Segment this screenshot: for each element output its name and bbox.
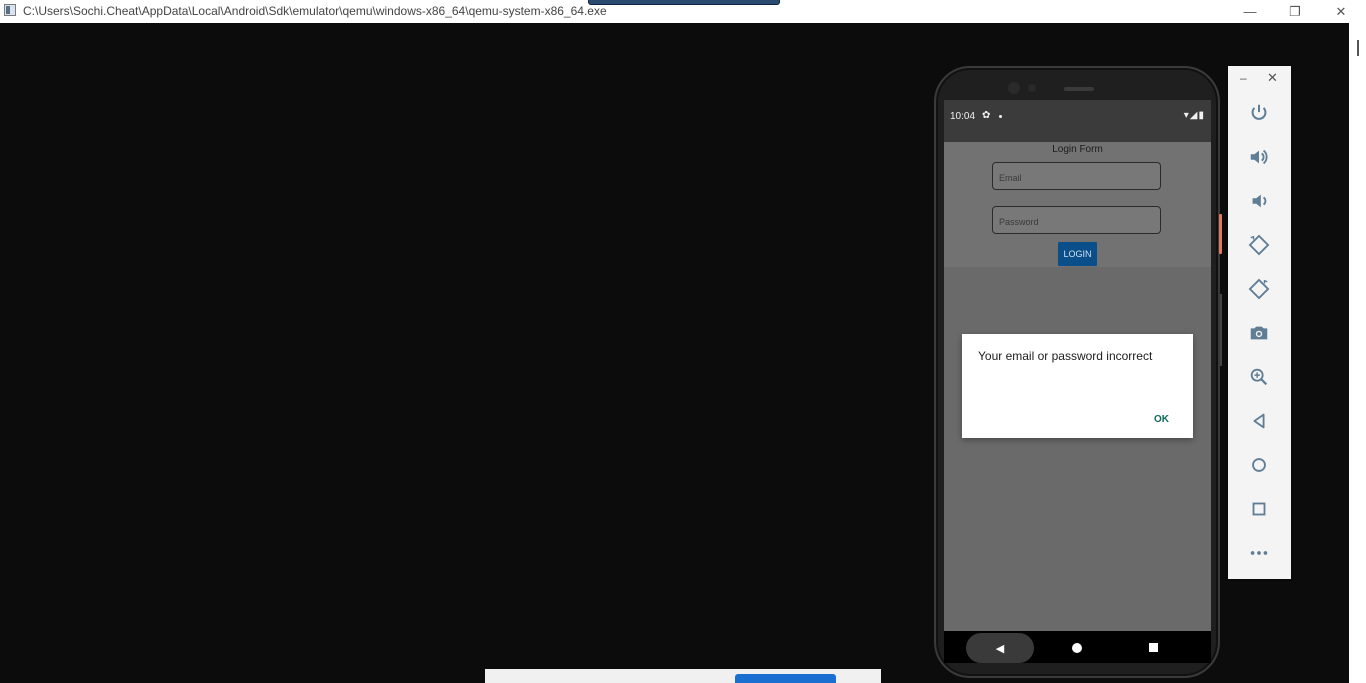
back-icon [1253, 413, 1265, 429]
settings-icon: ✿ [982, 110, 991, 121]
device-volume-key[interactable] [1220, 294, 1222, 366]
close-button[interactable]: ✕ [1318, 0, 1364, 23]
app-icon [4, 4, 16, 16]
window-titlebar: C:\Users\Sochi.Cheat\AppData\Local\Andro… [0, 0, 1366, 23]
toolbar-minimize-button[interactable]: – [1240, 71, 1247, 85]
zoom-button[interactable] [1244, 362, 1274, 392]
dialog-message: Your email or password incorrect [978, 349, 1153, 363]
device-power-key[interactable] [1219, 214, 1222, 254]
power-icon [1251, 104, 1267, 120]
speaker-grille [1064, 87, 1094, 91]
device-screen[interactable]: 10:04 ✿ ▾◢▮ Login Form Email Password LO… [944, 100, 1211, 663]
back-button[interactable] [1244, 406, 1274, 436]
alert-dialog: Your email or password incorrect OK [962, 334, 1193, 438]
form-title: Login Form [1052, 144, 1103, 155]
window-title: C:\Users\Sochi.Cheat\AppData\Local\Andro… [23, 4, 607, 18]
scrollbar-thumb[interactable] [1357, 40, 1359, 56]
home-icon [1252, 458, 1266, 472]
dialog-scrim [944, 267, 1211, 631]
notification-dot-icon [999, 115, 1002, 118]
login-form: Login Form Email Password LOGIN [944, 142, 1211, 267]
screenshot-button[interactable] [1244, 318, 1274, 348]
dialog-ok-button[interactable]: OK [1154, 414, 1169, 425]
nav-recents-button[interactable] [1149, 643, 1158, 652]
more-button[interactable] [1244, 538, 1274, 568]
status-time: 10:04 [950, 111, 976, 122]
rotate-left-icon [1248, 234, 1270, 256]
minimize-button[interactable]: — [1227, 0, 1273, 23]
background-window-button[interactable] [735, 674, 836, 683]
overlapping-window-edge [588, 0, 780, 5]
rotate-right-icon [1248, 278, 1270, 300]
password-field[interactable]: Password [992, 206, 1161, 234]
rotate-right-button[interactable] [1244, 274, 1274, 304]
volume-up-button[interactable] [1244, 142, 1274, 172]
overview-button[interactable] [1244, 494, 1274, 524]
camera-icon [1008, 82, 1020, 94]
status-bar: 10:04 ✿ ▾◢▮ [944, 100, 1211, 142]
volume-down-button[interactable] [1244, 186, 1274, 216]
zoom-icon [1250, 368, 1268, 386]
status-icons: ▾◢▮ [1183, 110, 1205, 121]
nav-back-button[interactable]: ◀ [966, 633, 1034, 663]
volume-down-icon [1252, 194, 1267, 208]
overview-icon [1252, 502, 1266, 516]
toolbar-close-button[interactable]: ✕ [1267, 70, 1278, 86]
sensor-icon [1028, 84, 1036, 92]
camera-icon [1250, 326, 1268, 340]
email-field[interactable]: Email [992, 162, 1161, 190]
emulator-toolbar: – ✕ [1228, 66, 1291, 579]
rotate-left-button[interactable] [1244, 230, 1274, 260]
maximize-button[interactable]: ❐ [1272, 0, 1318, 23]
window-scrollbar[interactable] [1349, 23, 1366, 683]
nav-home-button[interactable] [1072, 643, 1082, 653]
volume-up-icon [1250, 149, 1268, 165]
power-button[interactable] [1244, 98, 1274, 128]
login-button[interactable]: LOGIN [1058, 242, 1097, 266]
background-window [485, 669, 881, 683]
navigation-bar: ◀ [944, 631, 1211, 663]
home-button[interactable] [1244, 450, 1274, 480]
more-icon [1250, 551, 1268, 555]
